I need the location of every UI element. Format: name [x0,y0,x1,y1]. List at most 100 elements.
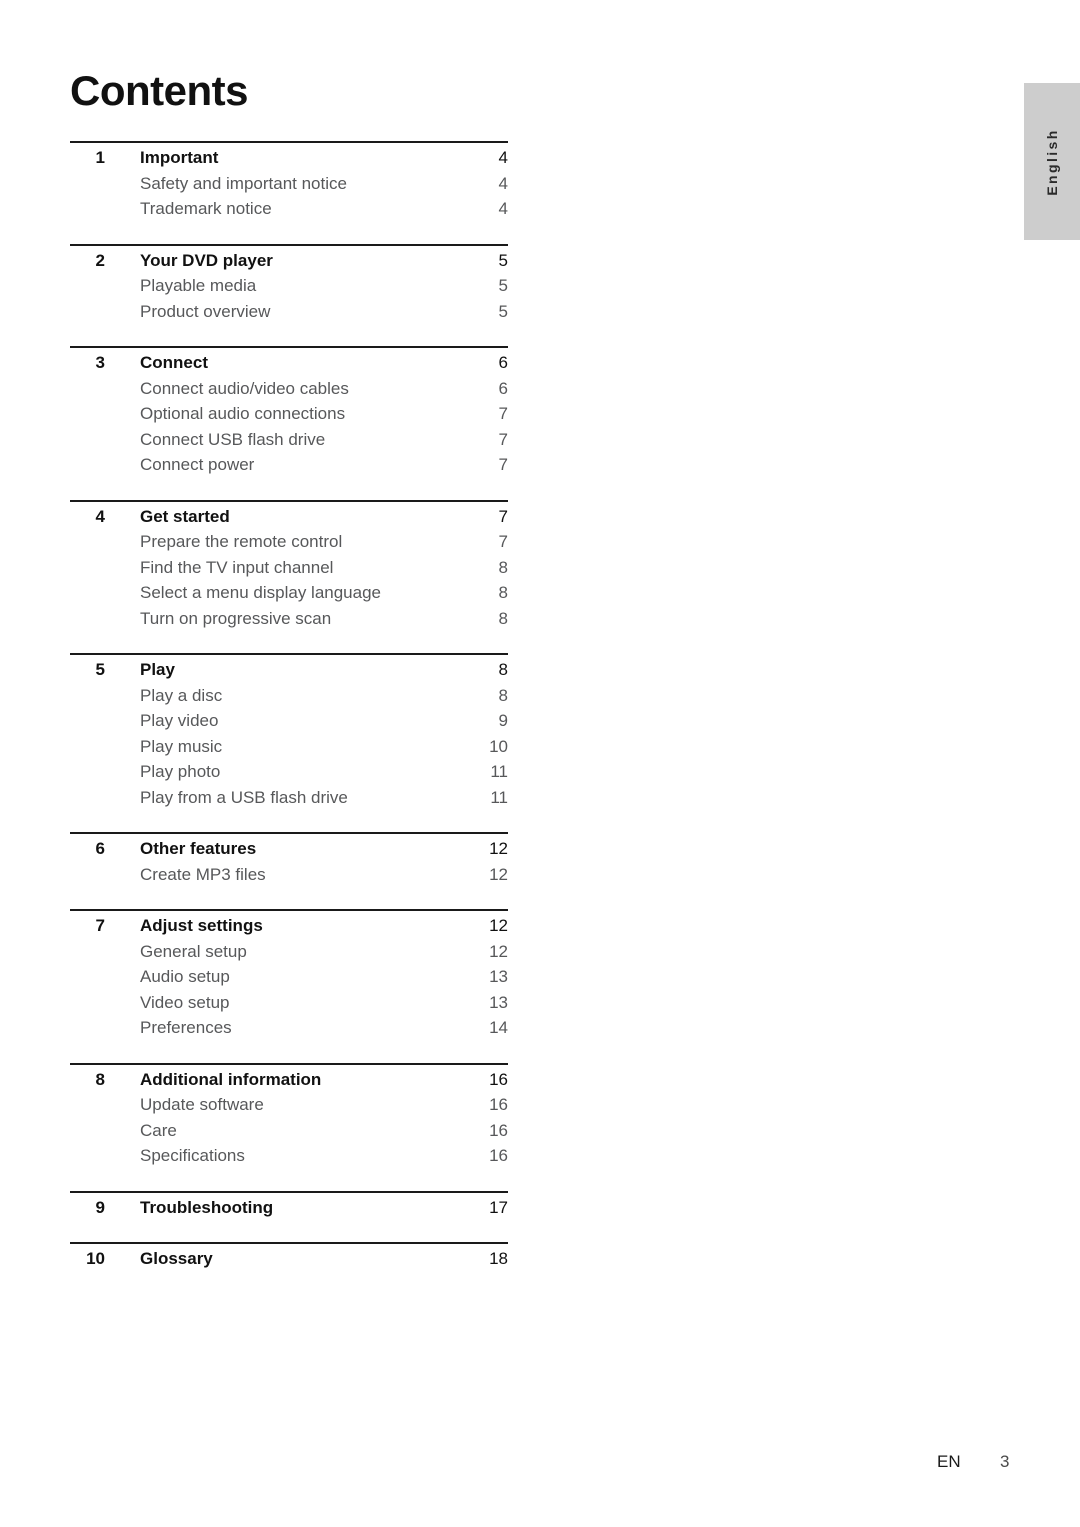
toc-entry-row[interactable]: Trademark notice 4 [70,199,508,225]
toc-entry-row[interactable]: Play photo 11 [70,762,508,788]
toc-entry-page: 11 [490,762,508,781]
toc-entry-row[interactable]: Select a menu display language 8 [70,583,508,609]
toc-chapter-label: Connect [140,353,208,372]
toc-entry-label: Trademark notice [140,199,272,218]
toc-entry-page: 12 [489,864,508,884]
toc-chapter-number: 7 [95,916,105,935]
toc-entry-label: Playable media [140,276,257,295]
toc-entry-label: Play a disc [140,685,223,705]
toc-chapter-row[interactable]: 1 Important 4 [70,148,508,174]
toc-group: 3 Connect 6 Connect audio/video cables 6 Opti… [70,346,508,481]
toc-entry-label: Care [140,1120,177,1140]
toc-chapter-number: 6 [95,839,105,858]
toc-entry-row[interactable]: Play music 10 [70,737,508,763]
toc-entry-row[interactable]: Play from a USB flash drive 11 [70,788,508,814]
toc-chapter-label: Your DVD player [140,250,273,270]
page-footer: EN 3 [0,1452,1080,1482]
toc-entry-page: 7 [498,429,508,449]
toc-chapter-label: Other features [140,839,257,858]
toc-entry-label: Create MP3 files [140,864,266,884]
toc-entry-page: 10 [489,736,508,756]
toc-entry-row[interactable]: Playable media 5 [70,276,508,302]
toc-entry-row[interactable]: Connect power 7 [70,455,508,481]
toc-entry-page: 7 [498,532,508,551]
toc-chapter-row[interactable]: 4 Get started 7 [70,507,508,533]
toc-entry-label: Play video [140,711,219,730]
toc-entry-row[interactable]: Turn on progressive scan 8 [70,609,508,635]
toc-group: 1 Important 4 Safety and important notice 4 T… [70,141,508,225]
footer-page-number: 3 [1000,1452,1010,1471]
toc-entry-row[interactable]: Play a disc 8 [70,686,508,712]
toc-entry-page: 14 [489,1018,508,1037]
toc-chapter-row[interactable]: 10 Glossary 18 [70,1249,508,1275]
toc-chapter-page: 6 [498,353,508,372]
toc-chapter-row[interactable]: 3 Connect 6 [70,353,508,379]
toc-divider [70,499,508,502]
toc-entry-page: 5 [498,301,508,321]
toc-chapter-label: Important [140,148,219,167]
toc-chapter-page: 12 [489,839,508,858]
toc-entry-page: 5 [498,276,508,295]
toc-chapter-row[interactable]: 6 Other features 12 [70,839,508,865]
toc-chapter-row[interactable]: 9 Troubleshooting 17 [70,1198,508,1224]
toc-entry-page: 8 [498,557,508,577]
toc-entry-row[interactable]: Specifications 16 [70,1146,508,1172]
toc-chapter-label: Additional information [140,1069,322,1089]
toc-entry-label: Update software [140,1095,264,1114]
toc-chapter-page: 12 [489,916,508,935]
toc-chapter-number: 3 [95,353,105,372]
toc-entry-label: Select a menu display language [140,583,381,602]
toc-entry-row[interactable]: Safety and important notice 4 [70,174,508,200]
toc-chapter-page: 5 [498,250,508,270]
toc-entry-row[interactable]: Product overview 5 [70,302,508,328]
toc-entry-row[interactable]: Video setup 13 [70,993,508,1019]
toc-entry-label: Play music [140,736,223,756]
toc-group: 8 Additional information 16 Update software… [70,1062,508,1172]
toc-entry-label: Product overview [140,301,271,321]
toc-chapter-label: Glossary [140,1249,213,1268]
toc-entry-label: Specifications [140,1146,245,1165]
toc-divider [70,1242,508,1244]
toc-entry-label: Optional audio connections [140,404,346,423]
footer-language-code: EN [937,1452,961,1471]
toc-entry-page: 8 [498,685,508,705]
toc-entry-page: 13 [489,967,508,986]
toc-entry-page: 8 [498,583,508,602]
toc-entry-row[interactable]: Care 16 [70,1121,508,1147]
toc-entry-page: 16 [489,1095,508,1114]
toc-group: 9 Troubleshooting 17 [70,1190,508,1224]
toc-chapter-number: 10 [86,1249,105,1268]
toc-entry-label: General setup [140,941,247,961]
toc-entry-label: Video setup [140,992,230,1012]
toc-entry-row[interactable]: Play video 9 [70,711,508,737]
toc-entry-row[interactable]: Connect USB flash drive 7 [70,430,508,456]
toc-divider [70,346,508,348]
toc-entry-label: Preferences [140,1018,232,1037]
toc-entry-page: 4 [498,199,508,218]
toc-chapter-row[interactable]: 5 Play 8 [70,660,508,686]
language-tab-label: English [1044,127,1060,196]
toc-entry-row[interactable]: General setup 12 [70,942,508,968]
toc-chapter-page: 18 [489,1249,508,1268]
toc-entry-row[interactable]: Find the TV input channel 8 [70,558,508,584]
toc-chapter-row[interactable]: 2 Your DVD player 5 [70,251,508,277]
toc-entry-row[interactable]: Audio setup 13 [70,967,508,993]
toc-entry-page: 6 [498,378,508,398]
toc-chapter-row[interactable]: 8 Additional information 16 [70,1070,508,1096]
toc-entry-row[interactable]: Prepare the remote control 7 [70,532,508,558]
toc-entry-row[interactable]: Connect audio/video cables 6 [70,379,508,405]
toc-chapter-page: 4 [498,148,508,167]
toc-entry-page: 12 [489,941,508,961]
toc-entry-row[interactable]: Preferences 14 [70,1018,508,1044]
toc-entry-row[interactable]: Optional audio connections 7 [70,404,508,430]
toc-entry-label: Turn on progressive scan [140,608,332,628]
toc-entry-row[interactable]: Update software 16 [70,1095,508,1121]
toc-entry-page: 4 [498,173,508,193]
toc-entry-page: 7 [498,455,508,474]
toc-group: 5 Play 8 Play a disc 8 Play video 9 Play music 1… [70,653,508,813]
toc-entry-label: Prepare the remote control [140,532,343,551]
toc-chapter-row[interactable]: 7 Adjust settings 12 [70,916,508,942]
toc-entry-row[interactable]: Create MP3 files 12 [70,865,508,891]
toc-entry-label: Connect audio/video cables [140,378,349,398]
toc-divider [70,653,508,655]
